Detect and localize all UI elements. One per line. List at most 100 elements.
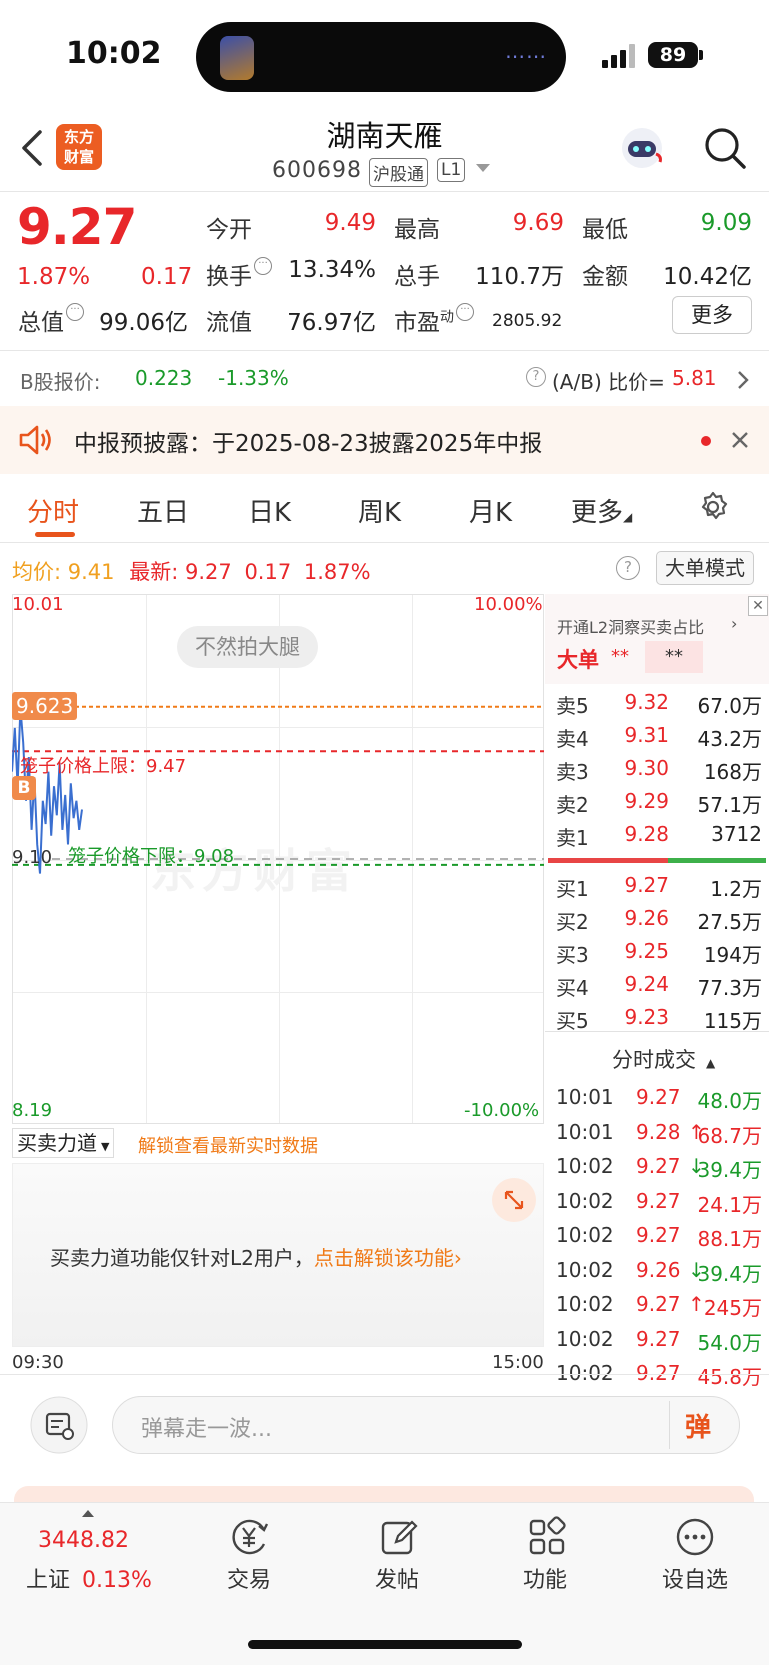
notice-text: 中报预披露：于2025-08-23披露2025年中报 — [74, 431, 543, 457]
force-dropdown[interactable]: 买卖力道 ▼ — [12, 1128, 115, 1158]
tab-five-day[interactable]: 五日 — [137, 492, 189, 529]
tab-weekly-k[interactable]: 周K — [358, 492, 401, 529]
nav-post[interactable]: 发帖 — [347, 1562, 447, 1594]
unlock-link[interactable]: 解锁查看最新实时数据 — [138, 1132, 318, 1158]
bid-row-2: 买2 9.26 27.5万 — [556, 906, 762, 934]
bid-row-1: 买1 9.27 1.2万 — [556, 873, 762, 901]
l2-promo-panel[interactable]: 开通L2洞察买卖占比 › 大单 ** ** — [545, 594, 769, 684]
high-value: 9.69 — [512, 210, 564, 236]
info-icon[interactable]: ··· — [456, 303, 474, 321]
notice-bar[interactable]: 中报预披露：于2025-08-23披露2025年中报 — [0, 406, 769, 474]
tab-intraday[interactable]: 分时 — [27, 492, 79, 529]
big-order-mask: ** — [611, 646, 629, 667]
pe-label: 市盈动 ··· — [394, 303, 474, 337]
high-label: 最高 — [394, 217, 440, 243]
tab-daily-k[interactable]: 日K — [248, 492, 291, 529]
ask-row-2: 卖2 9.29 57.1万 — [556, 789, 762, 817]
bid-row-4: 买4 9.24 77.3万 — [556, 972, 762, 1000]
mktcap-value: 99.06亿 — [99, 310, 188, 336]
nav-add-watchlist[interactable]: 设自选 — [645, 1562, 745, 1594]
x-axis-end: 15:00 — [492, 1352, 544, 1373]
danmu-send-button[interactable]: 弹 — [685, 1407, 711, 1444]
tab-active-indicator — [35, 532, 75, 537]
ask-row-1: 卖1 9.28 3712 — [556, 822, 762, 850]
danmu-input[interactable]: 弹幕走一波... 弹 — [112, 1396, 740, 1454]
y-axis-bottom: 8.19 — [12, 1100, 53, 1121]
absolute-change: 0.17 — [141, 264, 193, 290]
battery-icon: 89 — [648, 42, 698, 68]
low-tick-label: 9.10 — [12, 847, 53, 868]
trade-row: 10:02 9.26 ↓ 39.4万 — [556, 1257, 762, 1286]
danmu-bubble[interactable]: 不然拍大腿 — [177, 626, 318, 668]
tab-more[interactable]: 更多◢ — [571, 492, 632, 529]
function-grid-icon[interactable] — [526, 1516, 568, 1558]
speaker-icon — [19, 425, 51, 455]
ab-ratio-label: (A/B) 比价= — [552, 370, 665, 394]
orderbook-divider — [545, 1031, 769, 1032]
chart-bottom-divider — [0, 1374, 769, 1375]
big-order-mode-button[interactable]: 大单模式 — [656, 551, 754, 585]
close-icon[interactable]: ✕ — [748, 596, 768, 616]
quote-divider — [0, 350, 769, 351]
bshare-label: B股报价: — [20, 370, 101, 394]
index-name[interactable]: 上证 0.13% — [26, 1562, 152, 1594]
ask-row-4: 卖4 9.31 43.2万 — [556, 723, 762, 751]
cage-lower-label: 笼子价格下限：9.08 — [68, 846, 235, 867]
waveform-icon: ⋯⋯ — [505, 44, 547, 68]
buy-marker[interactable]: B — [12, 776, 36, 800]
bshare-row[interactable]: B股报价: 0.223 -1.33% ? (A/B) 比价= 5.81 — [0, 354, 769, 404]
game-app-icon[interactable] — [220, 36, 254, 80]
help-icon[interactable]: ? — [616, 556, 640, 580]
big-order-mask-2: ** — [645, 641, 703, 673]
info-icon[interactable]: ··· — [254, 257, 272, 275]
tab-monthly-k[interactable]: 月K — [469, 492, 512, 529]
y-axis-top: 10.01 — [12, 594, 64, 615]
trade-row: 10:02 9.27 54.0万 — [556, 1326, 762, 1355]
low-label: 最低 — [582, 217, 628, 243]
search-icon[interactable] — [703, 126, 747, 170]
more-dots-icon[interactable] — [674, 1516, 716, 1558]
robot-assistant-icon[interactable] — [618, 124, 666, 172]
tabs-divider — [0, 542, 769, 543]
close-icon[interactable] — [730, 430, 750, 450]
chevron-up-icon: ▲ — [706, 1056, 716, 1070]
info-icon[interactable]: ··· — [66, 303, 84, 321]
open-value: 9.49 — [324, 210, 376, 236]
force-unlock-link[interactable]: 点击解锁该功能 — [314, 1246, 454, 1270]
header-divider — [0, 191, 769, 192]
post-edit-icon[interactable] — [378, 1516, 420, 1558]
sell-ratio-bar — [548, 858, 668, 863]
gear-icon[interactable] — [696, 490, 730, 524]
home-indicator[interactable] — [248, 1640, 522, 1649]
pe-value: 2805.92 — [492, 311, 563, 331]
trade-row: 10:02 9.27 24.1万 — [556, 1188, 762, 1217]
bid-row-3: 买3 9.25 194万 — [556, 939, 762, 967]
unread-dot — [701, 436, 711, 446]
float-label: 流值 — [206, 310, 252, 336]
nav-function[interactable]: 功能 — [495, 1562, 595, 1594]
danmu-settings-icon[interactable] — [30, 1396, 88, 1454]
current-price: 9.27 — [17, 198, 137, 256]
y-axis-top-pct: 10.00% — [474, 594, 543, 615]
chevron-right-icon — [738, 371, 749, 389]
expand-icon[interactable] — [492, 1178, 536, 1222]
low-value: 9.09 — [700, 210, 752, 236]
bshare-price: 0.223 — [135, 366, 193, 390]
status-time: 10:02 — [66, 36, 162, 71]
trade-row: 10:02 9.27 88.1万 — [556, 1223, 762, 1251]
trade-row: 10:01 9.28 ↑ 68.7万 — [556, 1119, 762, 1148]
trades-title[interactable]: 分时成交 ▲ — [612, 1044, 715, 1074]
level-tag: L1 — [437, 158, 466, 182]
nav-trade[interactable]: 交易 — [199, 1562, 299, 1594]
chevron-down-icon[interactable] — [476, 164, 490, 172]
float-value: 76.97亿 — [287, 310, 376, 336]
more-button[interactable]: 更多 — [672, 296, 752, 334]
big-order-label: 大单 — [557, 648, 599, 672]
mktcap-label: 总值··· — [18, 303, 84, 337]
ask-row-5: 卖5 9.32 67.0万 — [556, 690, 762, 718]
help-icon[interactable]: ? — [526, 367, 546, 387]
chevron-up-icon[interactable] — [82, 1510, 94, 1517]
index-value[interactable]: 3448.82 — [38, 1528, 129, 1553]
bshare-change: -1.33% — [218, 366, 289, 390]
trade-yuan-icon[interactable] — [228, 1516, 270, 1558]
